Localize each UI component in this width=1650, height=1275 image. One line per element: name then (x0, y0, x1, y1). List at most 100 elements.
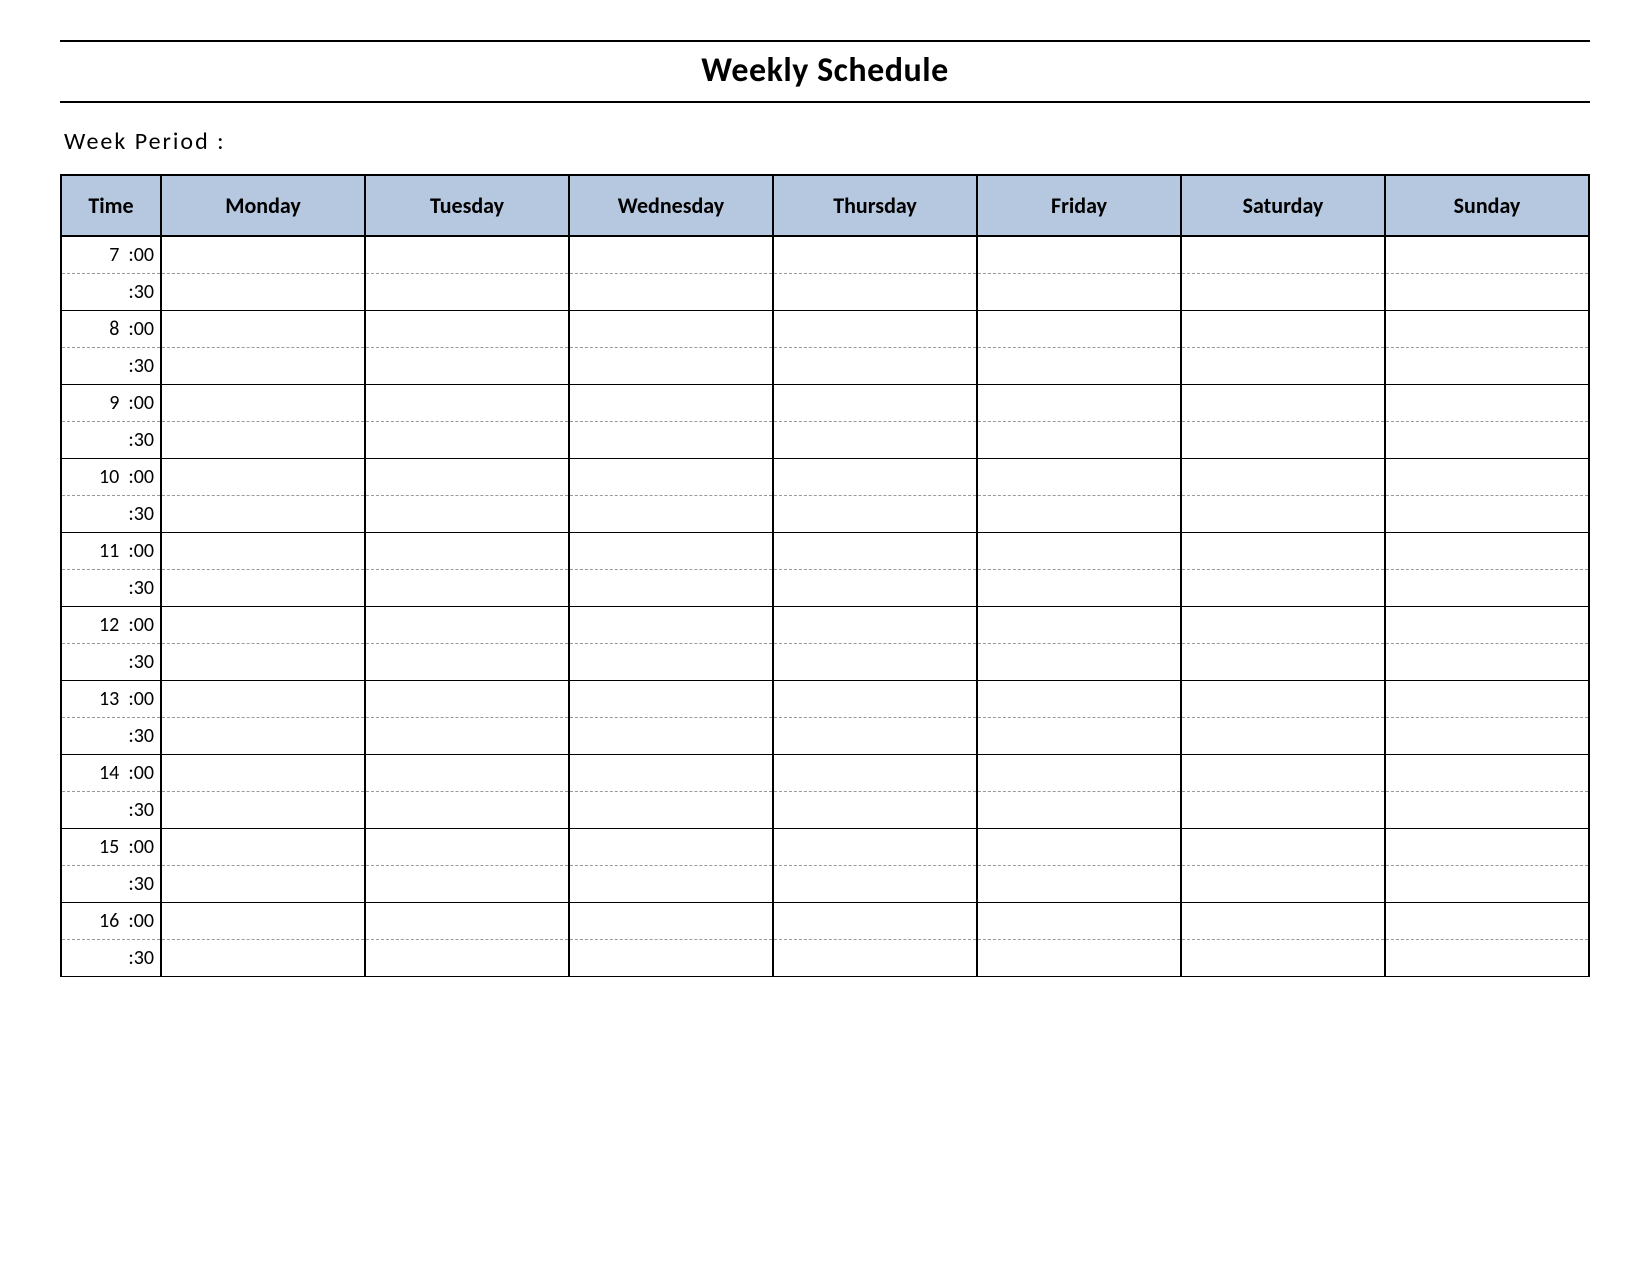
schedule-cell[interactable] (773, 311, 977, 348)
schedule-cell[interactable] (1385, 829, 1589, 866)
schedule-cell[interactable] (161, 681, 365, 718)
schedule-cell[interactable] (161, 718, 365, 755)
schedule-cell[interactable] (1181, 311, 1385, 348)
schedule-cell[interactable] (569, 792, 773, 829)
schedule-cell[interactable] (773, 755, 977, 792)
schedule-cell[interactable] (365, 274, 569, 311)
schedule-cell[interactable] (1385, 496, 1589, 533)
schedule-cell[interactable] (1385, 718, 1589, 755)
schedule-cell[interactable] (161, 459, 365, 496)
schedule-cell[interactable] (977, 755, 1181, 792)
schedule-cell[interactable] (1181, 422, 1385, 459)
schedule-cell[interactable] (1385, 385, 1589, 422)
schedule-cell[interactable] (1181, 644, 1385, 681)
schedule-cell[interactable] (977, 644, 1181, 681)
schedule-cell[interactable] (569, 385, 773, 422)
schedule-cell[interactable] (773, 792, 977, 829)
schedule-cell[interactable] (1385, 755, 1589, 792)
schedule-cell[interactable] (1181, 718, 1385, 755)
schedule-cell[interactable] (161, 829, 365, 866)
schedule-cell[interactable] (1385, 866, 1589, 903)
schedule-cell[interactable] (773, 644, 977, 681)
schedule-cell[interactable] (977, 866, 1181, 903)
schedule-cell[interactable] (1181, 496, 1385, 533)
schedule-cell[interactable] (569, 866, 773, 903)
schedule-cell[interactable] (569, 718, 773, 755)
schedule-cell[interactable] (977, 496, 1181, 533)
schedule-cell[interactable] (161, 348, 365, 385)
schedule-cell[interactable] (1385, 459, 1589, 496)
schedule-cell[interactable] (569, 533, 773, 570)
schedule-cell[interactable] (569, 755, 773, 792)
schedule-cell[interactable] (161, 903, 365, 940)
schedule-cell[interactable] (569, 829, 773, 866)
schedule-cell[interactable] (1181, 274, 1385, 311)
schedule-cell[interactable] (161, 570, 365, 607)
schedule-cell[interactable] (977, 311, 1181, 348)
schedule-cell[interactable] (365, 607, 569, 644)
schedule-cell[interactable] (161, 940, 365, 977)
schedule-cell[interactable] (1385, 236, 1589, 274)
schedule-cell[interactable] (161, 644, 365, 681)
schedule-cell[interactable] (365, 940, 569, 977)
schedule-cell[interactable] (1385, 274, 1589, 311)
schedule-cell[interactable] (1385, 422, 1589, 459)
schedule-cell[interactable] (569, 644, 773, 681)
schedule-cell[interactable] (161, 607, 365, 644)
schedule-cell[interactable] (1181, 570, 1385, 607)
schedule-cell[interactable] (365, 422, 569, 459)
schedule-cell[interactable] (1181, 681, 1385, 718)
schedule-cell[interactable] (773, 459, 977, 496)
schedule-cell[interactable] (1181, 236, 1385, 274)
schedule-cell[interactable] (365, 903, 569, 940)
schedule-cell[interactable] (773, 718, 977, 755)
schedule-cell[interactable] (1385, 903, 1589, 940)
schedule-cell[interactable] (773, 570, 977, 607)
schedule-cell[interactable] (773, 348, 977, 385)
schedule-cell[interactable] (1385, 681, 1589, 718)
schedule-cell[interactable] (365, 385, 569, 422)
schedule-cell[interactable] (1181, 792, 1385, 829)
schedule-cell[interactable] (977, 718, 1181, 755)
schedule-cell[interactable] (365, 496, 569, 533)
schedule-cell[interactable] (365, 570, 569, 607)
schedule-cell[interactable] (161, 755, 365, 792)
schedule-cell[interactable] (1181, 903, 1385, 940)
schedule-cell[interactable] (1385, 607, 1589, 644)
schedule-cell[interactable] (365, 718, 569, 755)
schedule-cell[interactable] (569, 459, 773, 496)
schedule-cell[interactable] (569, 940, 773, 977)
schedule-cell[interactable] (365, 792, 569, 829)
schedule-cell[interactable] (569, 422, 773, 459)
schedule-cell[interactable] (365, 459, 569, 496)
schedule-cell[interactable] (773, 607, 977, 644)
schedule-cell[interactable] (1181, 385, 1385, 422)
schedule-cell[interactable] (1181, 459, 1385, 496)
schedule-cell[interactable] (365, 755, 569, 792)
schedule-cell[interactable] (365, 866, 569, 903)
schedule-cell[interactable] (1181, 940, 1385, 977)
schedule-cell[interactable] (365, 311, 569, 348)
schedule-cell[interactable] (569, 311, 773, 348)
schedule-cell[interactable] (1385, 940, 1589, 977)
schedule-cell[interactable] (569, 681, 773, 718)
schedule-cell[interactable] (977, 940, 1181, 977)
schedule-cell[interactable] (773, 385, 977, 422)
schedule-cell[interactable] (365, 681, 569, 718)
schedule-cell[interactable] (773, 496, 977, 533)
schedule-cell[interactable] (977, 792, 1181, 829)
schedule-cell[interactable] (773, 533, 977, 570)
schedule-cell[interactable] (977, 829, 1181, 866)
schedule-cell[interactable] (161, 496, 365, 533)
schedule-cell[interactable] (977, 533, 1181, 570)
schedule-cell[interactable] (773, 940, 977, 977)
schedule-cell[interactable] (1385, 644, 1589, 681)
schedule-cell[interactable] (1181, 829, 1385, 866)
schedule-cell[interactable] (1181, 533, 1385, 570)
schedule-cell[interactable] (569, 274, 773, 311)
schedule-cell[interactable] (1385, 348, 1589, 385)
schedule-cell[interactable] (773, 903, 977, 940)
schedule-cell[interactable] (773, 829, 977, 866)
schedule-cell[interactable] (161, 866, 365, 903)
schedule-cell[interactable] (1181, 607, 1385, 644)
